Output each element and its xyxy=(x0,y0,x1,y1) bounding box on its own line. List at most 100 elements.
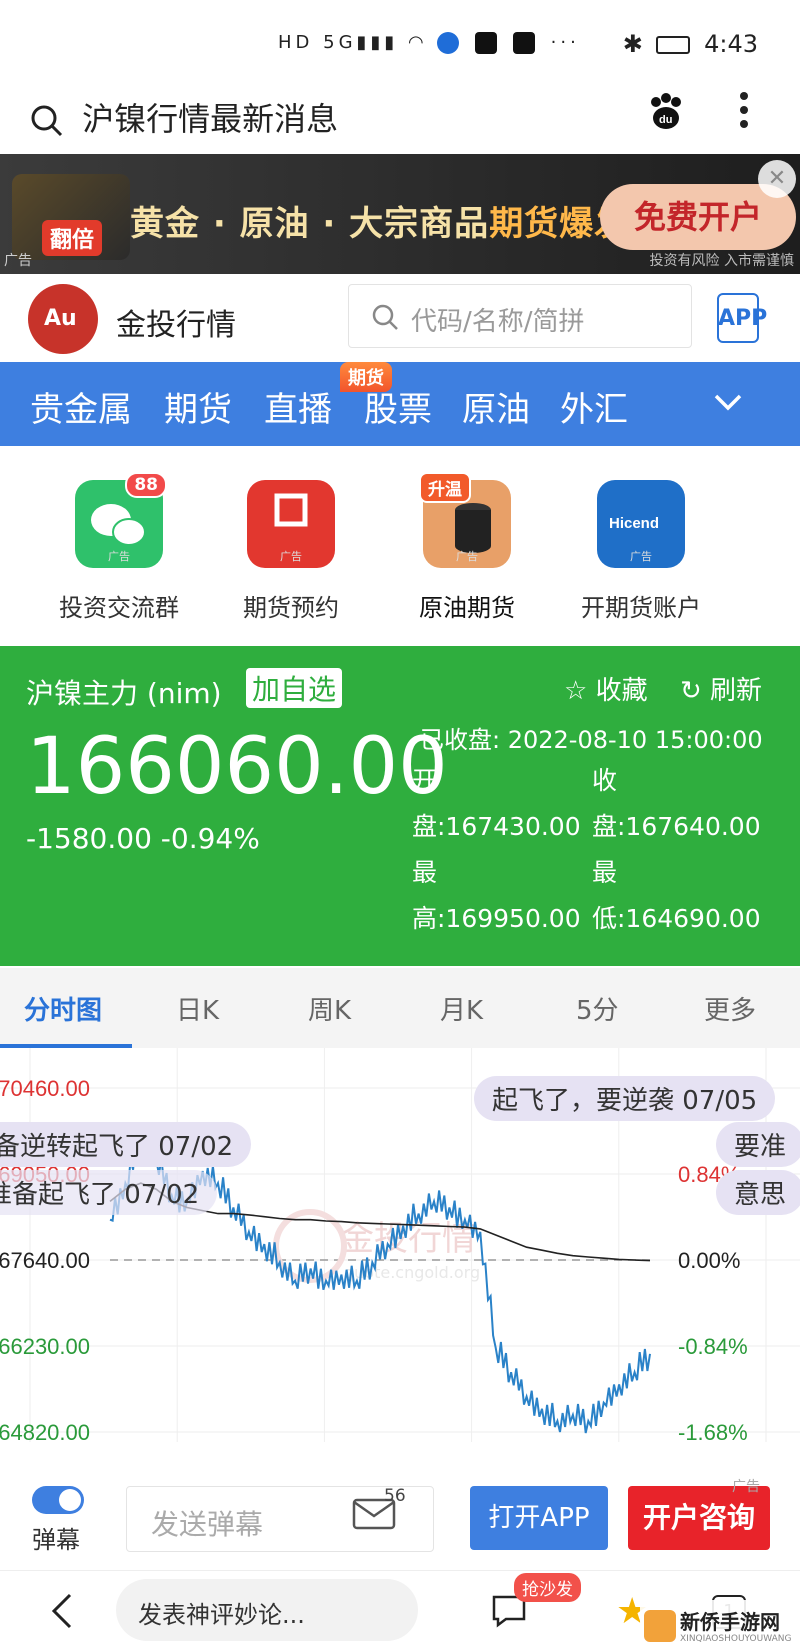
app-notif-icon xyxy=(437,32,460,54)
danmu-label: 弹幕 xyxy=(32,1526,80,1554)
ad-risk-notice: 投资有风险 入市需谨慎 xyxy=(649,253,794,269)
y-tick-label: 170460.00 xyxy=(0,1076,90,1101)
ad-tag: 广告 xyxy=(732,1479,760,1495)
oil-barrel-icon: 升温 广告 xyxy=(419,472,511,568)
quote-search-input[interactable]: 代码/名称/简拼 xyxy=(348,284,692,348)
quote-panel: 沪镍主力 (nim) 加自选 ☆ 收藏 ↻ 刷新 166060.00 -1580… xyxy=(0,646,800,966)
open-label: 开 xyxy=(412,766,438,795)
y-tick-label: 164820.00 xyxy=(0,1420,90,1445)
close-label: 收 xyxy=(592,766,618,795)
app-download-button[interactable]: APP xyxy=(712,292,768,344)
danmu-bubble: 要准 xyxy=(716,1122,800,1167)
status-bar: HD 5G▮▮▮ ◠ ··· ✱ 4:43 xyxy=(0,0,800,80)
signal-icon: 5G▮▮▮ xyxy=(323,32,399,53)
high-label: 最 xyxy=(412,858,438,887)
ad-tag: 广告 xyxy=(4,253,32,269)
site-name: 金投行情 xyxy=(116,308,236,343)
hot-badge: 升温 xyxy=(419,472,471,503)
pct-tick-label: 0.00% xyxy=(678,1248,740,1273)
tab-5min[interactable]: 5分 xyxy=(576,990,619,1027)
unread-badge: 88 xyxy=(125,472,167,498)
ad-slogan: 黄金 · 原油 · 大宗商品期货爆发 xyxy=(130,196,629,245)
nav-tab-forex[interactable]: 外汇 xyxy=(560,382,628,431)
high-price: 最高:169950.00 xyxy=(412,850,581,942)
quick-entry-label: 开期货账户 xyxy=(581,594,701,622)
status-icons: HD 5G▮▮▮ ◠ ··· xyxy=(278,32,580,54)
site-watermark: 新侨手游网 XINQIAOSHOUYOUWANG xyxy=(640,1600,800,1652)
ad-label: 广告 xyxy=(456,550,478,563)
search-placeholder: 代码/名称/简拼 xyxy=(411,307,585,337)
quick-entry-label: 投资交流群 xyxy=(59,594,179,622)
site-logo[interactable]: Au xyxy=(28,284,98,354)
quick-entry-label: 期货预约 xyxy=(243,594,339,622)
danmu-input-placeholder: 发送弹幕 xyxy=(151,1508,264,1541)
chevron-down-icon[interactable] xyxy=(710,384,746,420)
quick-entry-label: 原油期货 xyxy=(419,594,515,622)
danmu-toggle[interactable] xyxy=(32,1486,84,1514)
ad-label: 广告 xyxy=(630,550,652,563)
hd-indicator: HD xyxy=(278,32,314,53)
pct-tick-label: -1.68% xyxy=(678,1420,748,1445)
ad-banner[interactable]: 翻倍 黄金 · 原油 · 大宗商品期货爆发 免费开户 广告 投资有风险 入市需谨… xyxy=(0,154,800,274)
search-query[interactable]: 沪镍行情最新消息 xyxy=(82,100,338,138)
more-menu-icon[interactable] xyxy=(738,90,750,130)
danmu-bubble: 备逆转起飞了 07/02 xyxy=(0,1122,252,1167)
app-root: HD 5G▮▮▮ ◠ ··· ✱ 4:43 沪镍行情最新消息 du 翻倍 黄金 … xyxy=(0,0,800,1652)
refresh-button[interactable]: ↻ 刷新 xyxy=(680,670,762,707)
watermark-title: 新侨手游网 xyxy=(680,1610,780,1634)
hicend-logo-icon: Hicend 广告 xyxy=(597,480,685,568)
tab-monthly-k[interactable]: 月K xyxy=(440,990,483,1027)
wechat-icon: 88 广告 xyxy=(75,472,167,568)
tab-more[interactable]: 更多 xyxy=(704,990,756,1027)
search-query-row[interactable]: 沪镍行情最新消息 xyxy=(30,94,338,140)
battery-icon xyxy=(656,36,691,54)
watermark-subtitle: XINQIAOSHOUYOUWANG xyxy=(680,1634,792,1644)
tab-daily-k[interactable]: 日K xyxy=(176,990,219,1027)
back-arrow-icon[interactable] xyxy=(46,1591,76,1631)
open-app-button[interactable]: 打开APP xyxy=(470,1486,608,1550)
danmu-bubble: 意思 xyxy=(716,1170,800,1215)
quick-entry-open-account[interactable]: Hicend 广告 开期货账户 xyxy=(566,480,716,623)
ad-close-icon[interactable]: ✕ xyxy=(758,160,796,198)
watermark-logo-icon xyxy=(644,1610,676,1642)
low-value: 低:164690.00 xyxy=(592,904,761,933)
soul-icon-2 xyxy=(512,32,535,54)
instrument-title: 沪镍主力 (nim) xyxy=(26,677,222,710)
baidu-paw-icon[interactable]: du xyxy=(646,92,686,132)
quick-entries: 88 广告 投资交流群 广告 期货预约 升温 广告 原油期货 Hicend 广告 xyxy=(0,446,800,646)
nav-tab-precious-metals[interactable]: 贵金属 xyxy=(30,382,132,431)
search-icon xyxy=(31,105,63,137)
mail-count: 56 xyxy=(384,1486,406,1506)
status-right: ✱ 4:43 xyxy=(623,30,758,58)
price-change: -1580.00 -0.94% xyxy=(26,822,260,855)
danmu-bubble: 准备起飞了 07/02 xyxy=(0,1170,218,1215)
site-header: Au 金投行情 代码/名称/简拼 APP xyxy=(0,278,800,362)
prev-close-price: 收盘:167640.00 xyxy=(592,758,761,850)
ad-slogan-a: 黄金 · 原油 · 大宗商品 xyxy=(130,204,490,244)
nav-tab-live[interactable]: 直播 xyxy=(264,382,332,431)
market-status: 已收盘: 2022-08-10 15:00:00 xyxy=(420,726,763,754)
quick-entry-crude-futures[interactable]: 升温 广告 原油期货 xyxy=(392,472,542,623)
tab-weekly-k[interactable]: 周K xyxy=(308,990,351,1027)
tab-intraday[interactable]: 分时图 xyxy=(24,990,102,1027)
quick-entry-wechat-group[interactable]: 88 广告 投资交流群 xyxy=(44,472,194,623)
chart-tabs: 分时图 日K 周K 月K 5分 更多 xyxy=(0,968,800,1048)
nav-tab-crude-oil[interactable]: 原油 xyxy=(462,382,530,431)
comment-placeholder: 发表神评妙论... xyxy=(138,1601,305,1629)
founder-futures-logo-icon: 广告 xyxy=(247,480,335,568)
comment-input[interactable]: 发表神评妙论... xyxy=(116,1579,418,1641)
favorite-button[interactable]: ☆ 收藏 xyxy=(564,670,648,707)
search-icon xyxy=(372,304,398,330)
ad-label: 广告 xyxy=(108,550,130,563)
bluetooth-icon: ✱ xyxy=(622,30,643,58)
sofa-badge: 抢沙发 xyxy=(514,1573,581,1602)
low-label: 最 xyxy=(592,858,618,887)
add-watchlist-button[interactable]: 加自选 xyxy=(246,668,343,708)
svg-text:du: du xyxy=(659,114,672,126)
quick-entry-futures-booking[interactable]: 广告 期货预约 xyxy=(216,480,366,623)
open-value: 盘:167430.00 xyxy=(412,812,581,841)
nav-tab-futures[interactable]: 期货 xyxy=(164,382,232,431)
open-price: 开盘:167430.00 xyxy=(412,758,581,850)
intraday-chart[interactable]: 金投行情quote.cngold.org170460.00169050.0016… xyxy=(0,1048,800,1468)
ad-label: 广告 xyxy=(280,550,302,563)
